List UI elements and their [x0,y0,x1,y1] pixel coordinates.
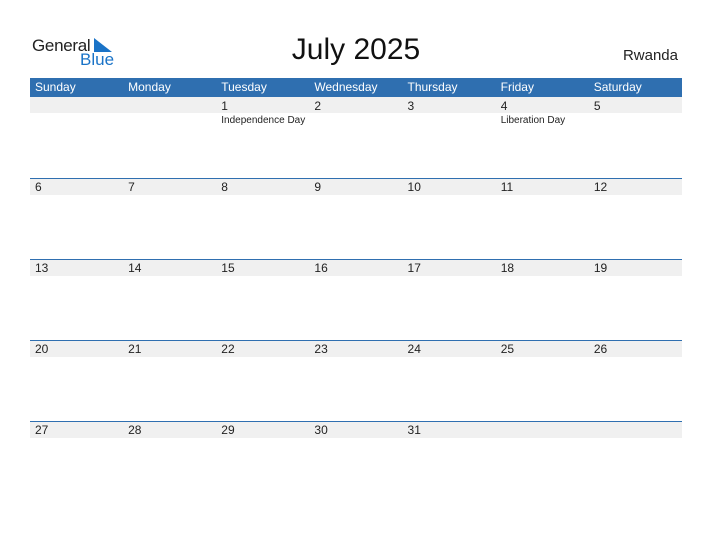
day-cell: 14 [123,259,216,340]
weekday-monday: Monday [128,80,171,94]
day-number: 26 [593,342,608,356]
day-number: 15 [221,261,235,275]
day-cell [30,97,123,178]
day-cell: 20 [30,340,123,421]
day-cell: 3 [403,97,496,178]
day-cell: 15 [216,259,309,340]
day-cell: 25 [496,340,589,421]
day-cell: 31 [403,421,496,502]
day-cell: 24 [403,340,496,421]
day-cell: 26 [589,340,682,421]
week-row: 6 7 8 9 10 11 12 [30,178,682,259]
day-cell: 9 [309,178,402,259]
day-cell: 23 [309,340,402,421]
week-row: 20 21 22 23 24 25 26 [30,340,682,421]
day-number: 21 [128,342,142,356]
weekday-tuesday: Tuesday [221,80,267,94]
day-cell: 22 [216,340,309,421]
day-number: 11 [500,180,514,194]
day-cell [496,421,589,502]
weekday-sunday: Sunday [35,80,76,94]
day-cell: 7 [123,178,216,259]
day-cell: 30 [309,421,402,502]
day-number: 18 [500,261,515,275]
day-cell: 11 [496,178,589,259]
day-number: 28 [128,423,142,437]
day-number: 10 [407,180,421,194]
day-cell: 2 [309,97,402,178]
holiday-label: Independence Day [221,115,306,126]
day-cell: 18 [496,259,589,340]
day-number: 4 [500,99,508,113]
day-cell: 19 [589,259,682,340]
day-number: 29 [221,423,235,437]
day-cell: 5 [589,97,682,178]
day-number: 20 [35,342,49,356]
day-cell: 28 [123,421,216,502]
day-number: 13 [35,261,49,275]
day-cell: 10 [403,178,496,259]
day-number: 23 [314,342,328,356]
country-label: Rwanda [622,47,678,64]
page-title: July 2025 [291,33,421,66]
day-cell: 4 Liberation Day [496,97,589,178]
day-number: 17 [407,261,421,275]
day-cell [123,97,216,178]
day-number: 22 [221,342,235,356]
week-row: 13 14 15 16 17 18 19 [30,259,682,340]
day-cell: 29 [216,421,309,502]
day-cell: 13 [30,259,123,340]
day-number: 12 [593,180,608,194]
weekday-saturday: Saturday [593,80,642,94]
day-number: 16 [314,261,328,275]
day-number: 7 [128,180,135,194]
weekday-header: Sunday Monday Tuesday Wednesday Thursday… [30,78,682,97]
weekday-thursday: Thursday [407,80,458,94]
day-number: 25 [500,342,515,356]
weekday-friday: Friday [500,80,534,94]
day-number: 31 [407,423,421,437]
day-number: 14 [128,261,142,275]
day-cell: 12 [589,178,682,259]
day-cell [589,421,682,502]
day-number: 1 [221,99,228,113]
day-cell: 17 [403,259,496,340]
week-row: 27 28 29 30 31 [30,421,682,502]
day-cell: 6 [30,178,123,259]
day-number: 9 [314,180,322,194]
day-cell: 27 [30,421,123,502]
day-cell: 8 [216,178,309,259]
day-number: 30 [314,423,328,437]
holiday-label: Liberation Day [500,115,566,126]
day-number: 24 [407,342,421,356]
day-cell: 16 [309,259,402,340]
day-cell: 21 [123,340,216,421]
day-number: 5 [593,99,601,113]
day-number: 3 [407,99,415,113]
day-number: 2 [314,99,322,113]
day-number: 6 [35,180,42,194]
day-cell: 1 Independence Day [216,97,309,178]
day-number: 27 [35,423,49,437]
day-number: 19 [593,261,608,275]
day-number: 8 [221,180,228,194]
weekday-wednesday: Wednesday [314,80,378,94]
week-row: 1 Independence Day 2 3 4 Liberation Day 5 [30,97,682,178]
